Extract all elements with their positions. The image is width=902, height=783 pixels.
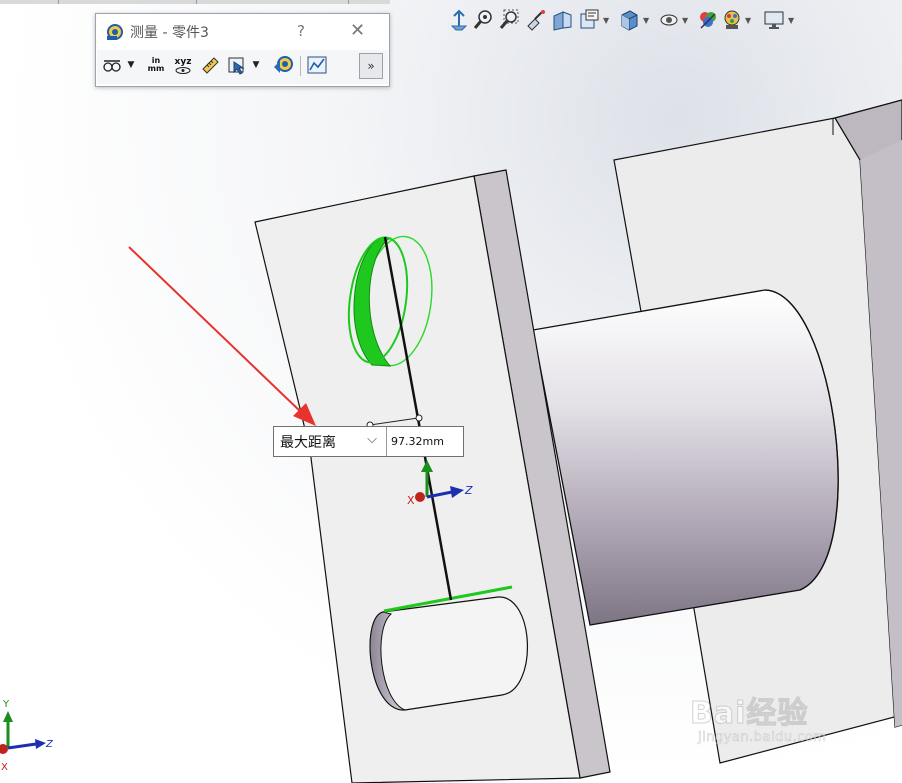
close-button[interactable]: ✕: [350, 20, 365, 41]
point-to-point-button[interactable]: [199, 52, 221, 78]
measure-history-icon: [274, 56, 293, 73]
dialog-title: 测量 - 零件3: [130, 25, 209, 41]
chevron-down-icon[interactable]: ▼: [643, 16, 649, 25]
dialog-titlebar[interactable]: 测量 - 零件3 ? ✕: [96, 14, 389, 50]
arc-circle-measure-button[interactable]: [101, 52, 123, 78]
hide-show-items-icon[interactable]: [697, 8, 719, 32]
section-view-icon[interactable]: [551, 8, 573, 32]
chevron-down-icon[interactable]: ▼: [603, 16, 609, 25]
dynamic-annotation-views-icon[interactable]: [578, 8, 600, 32]
corner-triad-y-label: Y: [2, 699, 10, 710]
eye-icon: [175, 66, 191, 74]
expand-dialog-button[interactable]: »: [359, 53, 383, 79]
corner-triad-x-label: X: [1, 762, 8, 773]
corner-triad-z-label: Z: [45, 739, 54, 750]
chevron-down-icon[interactable]: ▼: [125, 52, 137, 78]
xyz-label: xyz: [174, 56, 192, 67]
show-xyz-measurements-button[interactable]: xyz: [171, 52, 195, 78]
measure-value: 97.32mm: [391, 435, 444, 448]
triad-x-label: X: [407, 494, 415, 507]
cursor-select-icon: [228, 57, 245, 75]
graphics-viewport[interactable]: Y Z X Y Z X 最大距离 ⌵ 97.32mm: [0, 0, 902, 783]
watermark-url: jingyan.baidu.com: [698, 730, 827, 746]
measure-history-button[interactable]: [271, 52, 295, 78]
zoom-to-fit-icon[interactable]: [472, 8, 494, 32]
cylinder-feature: [532, 289, 839, 626]
display-style-icon[interactable]: [658, 8, 680, 32]
measure-toolbar: ▼ in mm xyz ▼ »: [97, 50, 388, 84]
measure-dialog: 测量 - 零件3 ? ✕ ▼ in mm xyz ▼ »: [95, 13, 390, 87]
heads-up-view-toolbar: ▼ ▼ ▼ ▼ ▼: [448, 8, 800, 34]
watermark-brand: Bai经验: [689, 696, 809, 732]
chevron-down-icon[interactable]: ▼: [788, 16, 794, 25]
units-precision-button[interactable]: in mm: [145, 52, 167, 78]
view-orientation-icon[interactable]: [448, 8, 470, 32]
measure-type-label: 最大距离: [280, 434, 336, 451]
measure-type-dropdown[interactable]: 最大距离 ⌵: [274, 427, 387, 456]
view-settings-monitor-icon[interactable]: [763, 8, 785, 32]
chevron-down-icon[interactable]: ▼: [745, 16, 751, 25]
chevron-down-icon[interactable]: ▼: [250, 52, 262, 78]
ruler-icon: [202, 57, 219, 74]
create-sensor-button[interactable]: [305, 52, 329, 78]
part-model-view[interactable]: Y Z X Y Z X: [0, 0, 902, 783]
view-orientation-cube-icon[interactable]: [618, 8, 640, 32]
measurement-callout[interactable]: 最大距离 ⌵ 97.32mm: [273, 426, 464, 457]
zoom-to-area-icon[interactable]: [498, 8, 520, 32]
chevron-down-icon[interactable]: ▼: [682, 16, 688, 25]
baidu-watermark-logo: Bai经验 jingyan.baidu.com: [689, 688, 895, 748]
previous-view-icon[interactable]: [525, 8, 547, 32]
select-coordinate-system-button[interactable]: [226, 52, 248, 78]
reference-triad: Y Z X: [0, 699, 54, 773]
help-button[interactable]: ?: [297, 22, 305, 40]
units-bottom-label: mm: [147, 64, 165, 73]
edit-appearance-icon[interactable]: [721, 8, 743, 32]
measure-tool-icon: [107, 24, 123, 40]
sensor-graph-icon: [307, 56, 327, 74]
chevron-down-icon: ⌵: [367, 432, 377, 447]
triad-z-label: Z: [464, 484, 473, 497]
arc-circle-options-icon: [103, 60, 121, 72]
callout-anchor: [415, 414, 423, 422]
toolbar-separator: [300, 56, 301, 76]
